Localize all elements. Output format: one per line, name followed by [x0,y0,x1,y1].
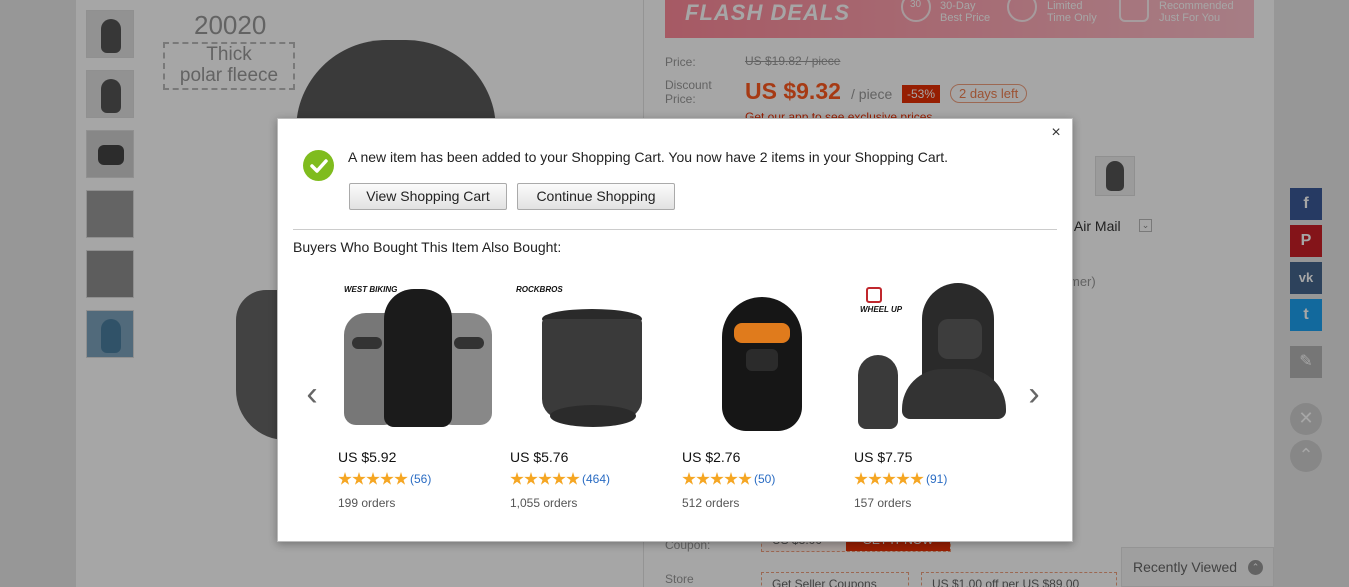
close-icon[interactable]: × [1048,125,1064,141]
star-icon [510,472,524,485]
view-shopping-cart-button[interactable]: View Shopping Cart [349,183,507,210]
order-count: 1,055 orders [510,496,578,510]
product-image[interactable]: WHEEL UP [854,279,1014,439]
product-image[interactable]: ROCKBROS [510,279,670,439]
review-count[interactable]: (464) [582,472,610,486]
recommended-product-card[interactable]: US $2.76 (50) 512 orders [682,279,842,519]
brand-logo: WHEEL UP [860,305,903,314]
product-image[interactable] [682,279,842,439]
star-icon [710,472,724,485]
divider [293,229,1057,230]
product-price: US $7.75 [854,449,913,465]
star-icon [524,472,538,485]
star-icon [682,472,696,485]
star-icon [366,472,380,485]
star-icon [352,472,366,485]
cart-added-message: A new item has been added to your Shoppi… [348,149,949,165]
brand-logo: ROCKBROS [516,285,563,294]
product-image[interactable]: WEST BIKING [338,279,498,439]
star-icon [538,472,552,485]
star-icon [738,472,752,485]
star-icon [696,472,710,485]
recommended-product-card[interactable]: WHEEL UP US $7.75 (91) 157 orders [854,279,1014,519]
order-count: 199 orders [338,496,396,510]
brand-logo: WEST BIKING [344,285,398,294]
star-icon [338,472,352,485]
review-count[interactable]: (91) [926,472,947,486]
order-count: 157 orders [854,496,912,510]
star-icon [394,472,408,485]
checkmark-icon [303,150,334,181]
recommended-product-card[interactable]: WEST BIKING US $5.92 (56) 199 orders [338,279,498,519]
added-to-cart-dialog: × A new item has been added to your Shop… [277,118,1073,542]
also-bought-heading: Buyers Who Bought This Item Also Bought: [293,239,562,255]
product-price: US $5.92 [338,449,397,465]
star-icon [910,472,924,485]
product-price: US $2.76 [682,449,741,465]
carousel-next-arrow[interactable]: › [1022,374,1046,414]
star-icon [380,472,394,485]
star-icon [868,472,882,485]
order-count: 512 orders [682,496,740,510]
carousel-prev-arrow[interactable]: ‹ [300,374,324,414]
star-icon [854,472,868,485]
star-icon [566,472,580,485]
product-price: US $5.76 [510,449,569,465]
recommended-product-card[interactable]: ROCKBROS US $5.76 (464) 1,055 orders [510,279,670,519]
star-icon [896,472,910,485]
star-icon [552,472,566,485]
star-icon [724,472,738,485]
review-count[interactable]: (50) [754,472,775,486]
continue-shopping-button[interactable]: Continue Shopping [517,183,675,210]
star-icon [882,472,896,485]
review-count[interactable]: (56) [410,472,431,486]
